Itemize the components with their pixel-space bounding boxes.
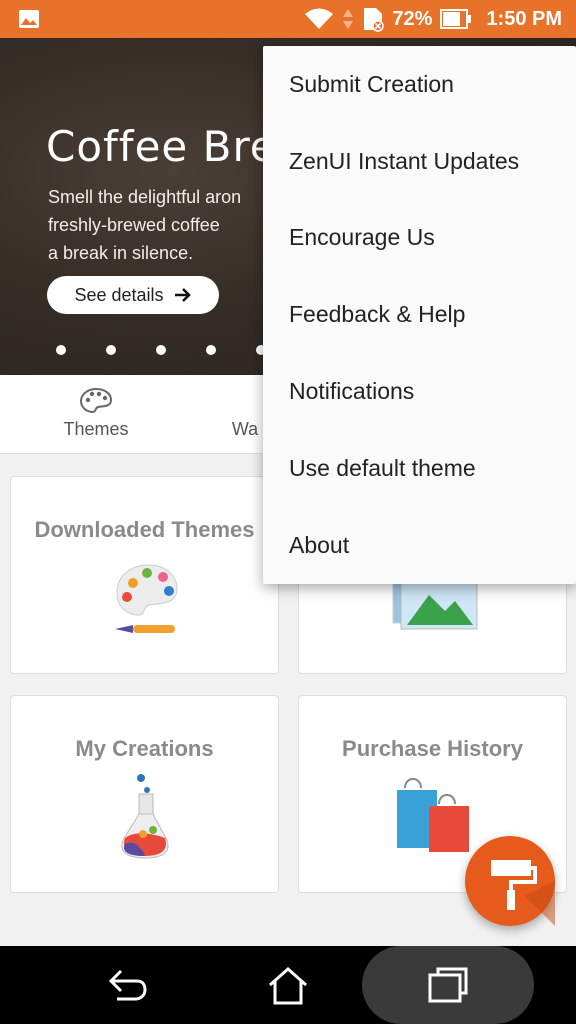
carousel-dot[interactable]: [206, 345, 216, 355]
navigation-bar: [0, 946, 576, 1024]
see-details-button[interactable]: See details: [47, 276, 219, 314]
downloaded-themes-card[interactable]: Downloaded Themes: [10, 476, 279, 674]
home-icon: [269, 966, 307, 1005]
menu-item-notifications[interactable]: Notifications: [263, 353, 576, 430]
carousel-dot[interactable]: [156, 345, 166, 355]
see-details-label: See details: [74, 284, 164, 305]
purchase-history-label: Purchase History: [342, 736, 523, 761]
carousel-dot[interactable]: [56, 345, 66, 355]
carousel-dot[interactable]: [106, 345, 116, 355]
downloaded-themes-label: Downloaded Themes: [34, 517, 255, 542]
battery-icon: [440, 9, 472, 29]
menu-item-about[interactable]: About: [263, 507, 576, 584]
home-button[interactable]: [238, 946, 338, 1024]
status-bar: 72% 1:50 PM: [0, 0, 576, 38]
recents-button[interactable]: [398, 946, 498, 1024]
palette-brush-icon: [115, 564, 178, 633]
tab-themes-label: Themes: [63, 419, 129, 439]
tab-wallpapers-label: Wa: [231, 419, 259, 439]
shopping-bags-icon: [397, 778, 469, 852]
flask-icon: [121, 774, 169, 859]
recents-icon: [428, 967, 468, 1003]
palette-icon: [79, 387, 113, 414]
menu-item-zenui-instant-updates[interactable]: ZenUI Instant Updates: [263, 123, 576, 200]
create-theme-fab[interactable]: [465, 836, 555, 926]
overflow-menu: Submit Creation ZenUI Instant Updates En…: [263, 46, 576, 584]
sim-icon: [364, 8, 385, 32]
back-button[interactable]: [78, 946, 178, 1024]
menu-item-submit-creation[interactable]: Submit Creation: [263, 46, 576, 123]
menu-item-use-default-theme[interactable]: Use default theme: [263, 430, 576, 507]
menu-item-feedback-help[interactable]: Feedback & Help: [263, 276, 576, 353]
my-creations-label: My Creations: [75, 736, 214, 761]
my-creations-card[interactable]: My Creations: [10, 695, 279, 893]
tab-themes[interactable]: Themes: [46, 375, 146, 453]
data-arrows-icon: [343, 9, 354, 29]
back-icon: [108, 969, 147, 1001]
menu-item-encourage-us[interactable]: Encourage Us: [263, 200, 576, 277]
clock: 1:50 PM: [486, 7, 562, 30]
paint-roller-icon: [491, 860, 555, 926]
carousel-dots[interactable]: [56, 345, 266, 355]
wifi-icon: [305, 8, 334, 29]
gallery-icon: [19, 10, 39, 28]
banner-title: Coffee Bre: [46, 122, 277, 171]
battery-percent: 72%: [392, 7, 433, 30]
arrow-right-icon: [174, 288, 191, 302]
